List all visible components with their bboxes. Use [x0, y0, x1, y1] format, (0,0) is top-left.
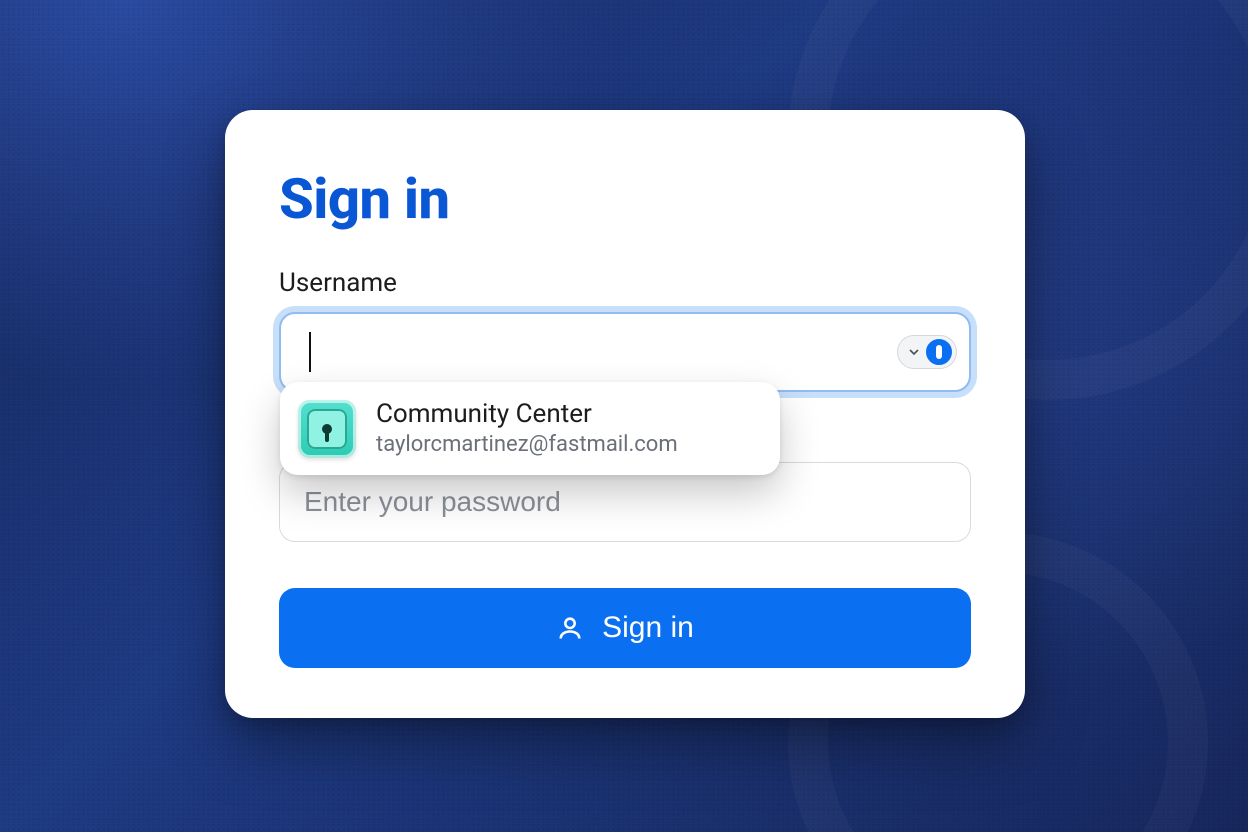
autofill-title: Community Center: [376, 398, 678, 431]
username-input[interactable]: [279, 312, 971, 392]
onepassword-icon: [926, 339, 952, 365]
text-caret: [309, 332, 311, 372]
autofill-suggestion[interactable]: Community Center taylorcmartinez@fastmai…: [280, 382, 780, 475]
signin-card: Sign in Username Sign in: [225, 110, 1025, 718]
chevron-down-icon: [906, 344, 922, 360]
username-field-wrap: [279, 312, 971, 392]
signin-button-label: Sign in: [602, 611, 694, 645]
username-label: Username: [279, 268, 971, 298]
keyhole-icon: [322, 424, 332, 434]
user-icon: [556, 614, 584, 642]
signin-button[interactable]: Sign in: [279, 588, 971, 668]
page-title: Sign in: [279, 166, 971, 232]
vault-item-icon: [298, 400, 356, 458]
autofill-subtitle: taylorcmartinez@fastmail.com: [376, 431, 678, 460]
password-manager-pill[interactable]: [897, 335, 957, 369]
autofill-text: Community Center taylorcmartinez@fastmai…: [376, 398, 678, 459]
